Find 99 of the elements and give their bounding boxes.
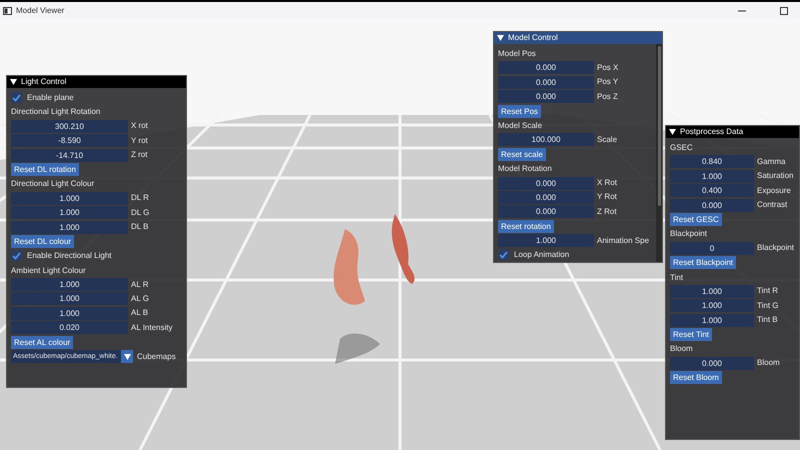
number-field[interactable]: 0.020 bbox=[11, 321, 128, 334]
field-label: Scale bbox=[597, 134, 618, 146]
number-field[interactable]: 1.000 bbox=[670, 284, 754, 298]
reset-button[interactable]: Reset AL colour bbox=[11, 336, 74, 349]
checkbox[interactable] bbox=[11, 92, 22, 103]
panel-title-bar[interactable]: Postprocess Data bbox=[666, 126, 799, 138]
checkmark-icon bbox=[12, 252, 21, 260]
reset-button[interactable]: Reset DL colour bbox=[11, 234, 74, 248]
number-field[interactable]: 1.000 bbox=[498, 234, 594, 248]
reset-button[interactable]: Reset GESC bbox=[670, 212, 722, 226]
number-field[interactable]: 1.000 bbox=[11, 220, 128, 234]
maximize-icon[interactable] bbox=[780, 6, 788, 14]
field-label: Contrast bbox=[757, 199, 788, 212]
checkbox[interactable] bbox=[11, 250, 22, 262]
checkbox-label: Enable Directional Light bbox=[27, 250, 112, 262]
field-label: Y rot bbox=[131, 134, 148, 147]
field-label: AL B bbox=[131, 307, 148, 320]
checkmark-icon bbox=[499, 250, 508, 259]
field-label: Pos X bbox=[597, 62, 618, 74]
number-field[interactable]: 1.000 bbox=[11, 278, 128, 292]
window-title: Model Viewer bbox=[16, 4, 66, 16]
section-label: GSEC bbox=[670, 142, 693, 154]
number-field[interactable]: 0.000 bbox=[498, 176, 594, 190]
section-label: Model Pos bbox=[498, 48, 536, 60]
dropdown-arrow-button[interactable] bbox=[121, 350, 133, 364]
field-label: AL Intensity bbox=[131, 322, 173, 334]
app-icon bbox=[3, 6, 12, 14]
number-field[interactable]: 1.000 bbox=[670, 314, 754, 327]
reset-button[interactable]: Reset rotation bbox=[498, 220, 554, 233]
number-field[interactable]: 0.400 bbox=[670, 184, 754, 198]
field-label: DL R bbox=[131, 192, 149, 204]
checkbox[interactable] bbox=[498, 249, 509, 260]
field-label: Pos Y bbox=[597, 76, 618, 88]
number-field[interactable]: 0.840 bbox=[670, 155, 754, 168]
reset-button[interactable]: Reset Tint bbox=[670, 328, 712, 342]
field-label: Gamma bbox=[757, 156, 786, 168]
number-field[interactable]: 1.000 bbox=[11, 292, 128, 306]
collapse-arrow-icon bbox=[10, 79, 17, 85]
reset-button[interactable]: Reset scale bbox=[498, 148, 546, 161]
section-label: Ambient Light Colour bbox=[11, 264, 86, 277]
section-label: Directional Light Colour bbox=[11, 178, 94, 190]
field-label: Pos Z bbox=[597, 90, 618, 103]
field-label: Z rot bbox=[131, 149, 148, 162]
section-label: Model Rotation bbox=[498, 163, 552, 176]
section-label: Model Scale bbox=[498, 120, 542, 132]
number-field[interactable]: -14.710 bbox=[11, 148, 128, 162]
number-field[interactable]: 0.000 bbox=[498, 61, 594, 74]
collapse-arrow-icon bbox=[497, 35, 504, 41]
field-label: Blackpoint bbox=[757, 242, 794, 254]
field-label: Exposure bbox=[757, 184, 791, 197]
number-field[interactable]: 1.000 bbox=[11, 192, 128, 205]
field-label: DL G bbox=[131, 206, 150, 219]
number-field[interactable]: 0.000 bbox=[498, 90, 594, 104]
number-field[interactable]: 1.000 bbox=[11, 306, 128, 320]
number-field[interactable]: 1.000 bbox=[670, 299, 754, 312]
panel-title: Postprocess Data bbox=[680, 126, 744, 138]
field-label: AL G bbox=[131, 292, 149, 305]
reset-button[interactable]: Reset DL rotation bbox=[11, 162, 79, 176]
number-field[interactable]: 0.000 bbox=[498, 205, 594, 218]
scrollbar[interactable] bbox=[656, 44, 662, 262]
caret-icon bbox=[124, 354, 130, 360]
reset-button[interactable]: Reset Bloom bbox=[670, 371, 722, 384]
number-field[interactable]: 0 bbox=[670, 242, 754, 255]
field-label: Saturation bbox=[757, 170, 794, 182]
number-field[interactable]: 1.000 bbox=[670, 170, 754, 183]
number-field[interactable]: 0.000 bbox=[670, 198, 754, 212]
reset-button[interactable]: Reset Blackpoint bbox=[670, 256, 736, 270]
section-label: Bloom bbox=[670, 343, 693, 356]
collapse-arrow-icon bbox=[669, 129, 676, 135]
dropdown-label: Cubemaps bbox=[137, 350, 176, 363]
section-label: Blackpoint bbox=[670, 228, 707, 240]
panel-title-bar[interactable]: Light Control bbox=[7, 76, 186, 88]
panel-title-bar[interactable]: Model Control bbox=[494, 32, 662, 44]
field-label: Bloom bbox=[757, 357, 780, 370]
field-label: Y Rot bbox=[597, 191, 617, 204]
field-label: Animation Spe bbox=[597, 234, 650, 247]
field-label: AL R bbox=[131, 278, 148, 291]
field-label: Z Rot bbox=[597, 206, 617, 218]
field-label: DL B bbox=[131, 221, 148, 234]
section-label: Directional Light Rotation bbox=[11, 106, 100, 118]
panel-title: Light Control bbox=[21, 76, 66, 88]
field-label: Tint B bbox=[757, 314, 778, 326]
field-label: Tint G bbox=[757, 300, 778, 312]
reset-button[interactable]: Reset Pos bbox=[498, 104, 541, 118]
number-field[interactable]: 0.000 bbox=[498, 76, 594, 89]
number-field[interactable]: 1.000 bbox=[11, 206, 128, 220]
number-field[interactable]: 0.000 bbox=[498, 190, 594, 204]
section-label: Tint bbox=[670, 272, 684, 284]
number-field[interactable]: 100.000 bbox=[498, 133, 594, 146]
number-field[interactable]: 300.210 bbox=[11, 120, 128, 133]
checkbox-label: Loop Animation bbox=[514, 248, 570, 261]
checkbox-label: Enable plane bbox=[27, 92, 74, 104]
field-label: X Rot bbox=[597, 177, 618, 190]
field-label: Tint R bbox=[757, 285, 778, 298]
field-label: X rot bbox=[131, 120, 148, 132]
number-field[interactable]: -8.590 bbox=[11, 134, 128, 148]
checkmark-icon bbox=[12, 94, 21, 102]
panel-title: Model Control bbox=[508, 32, 558, 44]
number-field[interactable]: 0.000 bbox=[670, 356, 754, 370]
